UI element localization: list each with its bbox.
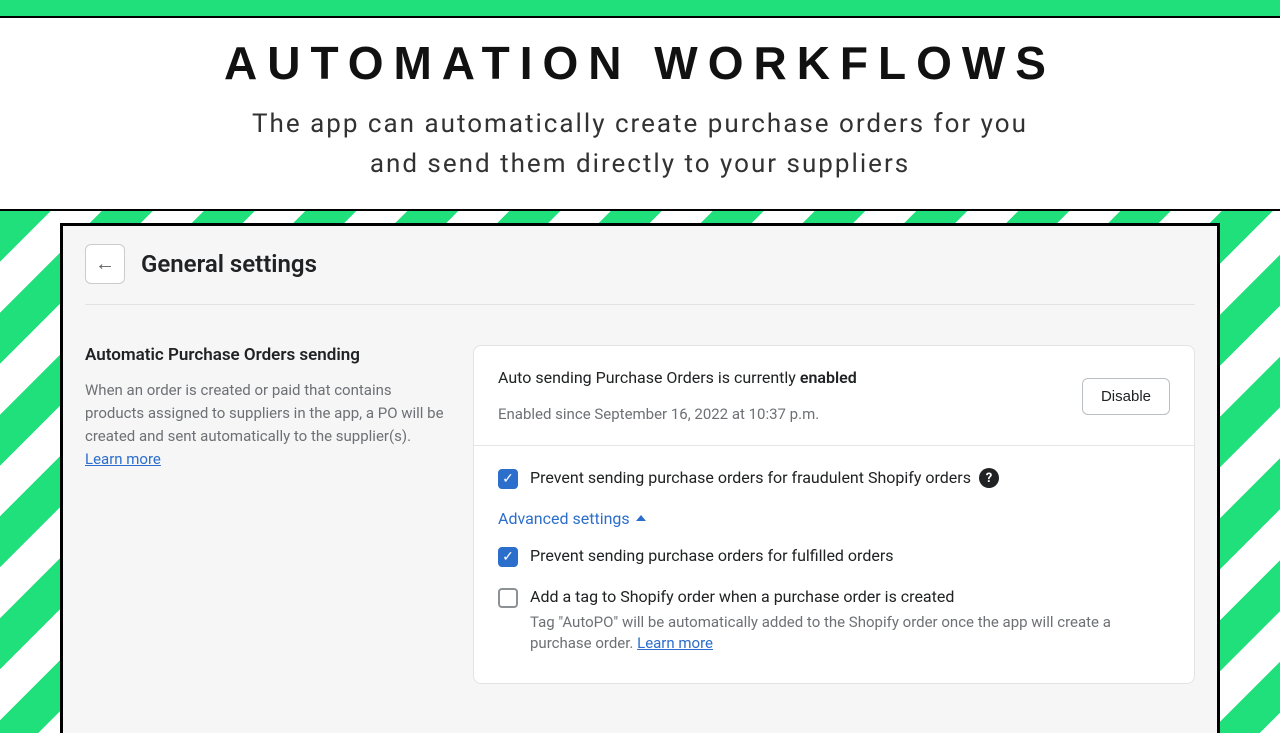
disable-button[interactable]: Disable xyxy=(1082,378,1170,415)
hero-sub-line-2: and send them directly to your suppliers xyxy=(370,149,910,179)
option-tag-help: Tag "AutoPO" will be automatically added… xyxy=(530,612,1170,656)
status-value: enabled xyxy=(800,368,857,387)
settings-panel: ← General settings Automatic Purchase Or… xyxy=(60,223,1220,733)
hero-banner: AUTOMATION WORKFLOWS The app can automat… xyxy=(0,18,1280,211)
advanced-label: Advanced settings xyxy=(498,509,630,528)
page-title: General settings xyxy=(141,250,317,278)
section-sidebar: Automatic Purchase Orders sending When a… xyxy=(85,345,445,685)
status-prefix: Auto sending Purchase Orders is currentl… xyxy=(498,368,800,387)
section-description: When an order is created or paid that co… xyxy=(85,379,445,472)
status-line: Auto sending Purchase Orders is currentl… xyxy=(498,368,857,387)
panel-header: ← General settings xyxy=(85,244,1195,305)
card-status-row: Auto sending Purchase Orders is currentl… xyxy=(474,346,1194,446)
learn-more-link[interactable]: Learn more xyxy=(85,450,161,468)
option-fulfilled: ✓ Prevent sending purchase orders for fu… xyxy=(498,546,1170,567)
caret-up-icon xyxy=(636,515,646,521)
section-title: Automatic Purchase Orders sending xyxy=(85,345,445,365)
option-tag-label: Add a tag to Shopify order when a purcha… xyxy=(530,587,1170,606)
section-desc-text: When an order is created or paid that co… xyxy=(85,381,444,446)
checkbox-fulfilled[interactable]: ✓ xyxy=(498,547,518,567)
tag-learn-more-link[interactable]: Learn more xyxy=(637,634,713,652)
arrow-left-icon: ← xyxy=(95,251,115,276)
status-block: Auto sending Purchase Orders is currentl… xyxy=(498,368,857,423)
advanced-settings-toggle[interactable]: Advanced settings xyxy=(498,509,646,528)
settings-card: Auto sending Purchase Orders is currentl… xyxy=(473,345,1195,685)
back-button[interactable]: ← xyxy=(85,244,125,284)
option-tag-text: Add a tag to Shopify order when a purcha… xyxy=(530,587,1170,656)
hero-top-bar xyxy=(0,0,1280,18)
option-tag-help-text: Tag "AutoPO" will be automatically added… xyxy=(530,613,1111,653)
option-fraud: ✓ Prevent sending purchase orders for fr… xyxy=(498,468,1170,489)
option-fulfilled-label: Prevent sending purchase orders for fulf… xyxy=(530,546,894,565)
checkbox-fraud[interactable]: ✓ xyxy=(498,469,518,489)
striped-stage: ← General settings Automatic Purchase Or… xyxy=(0,211,1280,733)
help-icon[interactable]: ? xyxy=(979,468,999,488)
hero-subtitle: The app can automatically create purchas… xyxy=(0,104,1280,185)
option-tag: Add a tag to Shopify order when a purcha… xyxy=(498,587,1170,656)
hero-sub-line-1: The app can automatically create purchas… xyxy=(252,109,1028,139)
card-body: ✓ Prevent sending purchase orders for fr… xyxy=(474,446,1194,684)
option-fraud-text: Prevent sending purchase orders for frau… xyxy=(530,468,999,489)
option-fraud-label: Prevent sending purchase orders for frau… xyxy=(530,468,971,487)
settings-columns: Automatic Purchase Orders sending When a… xyxy=(85,305,1195,685)
checkbox-tag[interactable] xyxy=(498,588,518,608)
hero-title: AUTOMATION WORKFLOWS xyxy=(0,36,1280,90)
status-since: Enabled since September 16, 2022 at 10:3… xyxy=(498,405,857,423)
